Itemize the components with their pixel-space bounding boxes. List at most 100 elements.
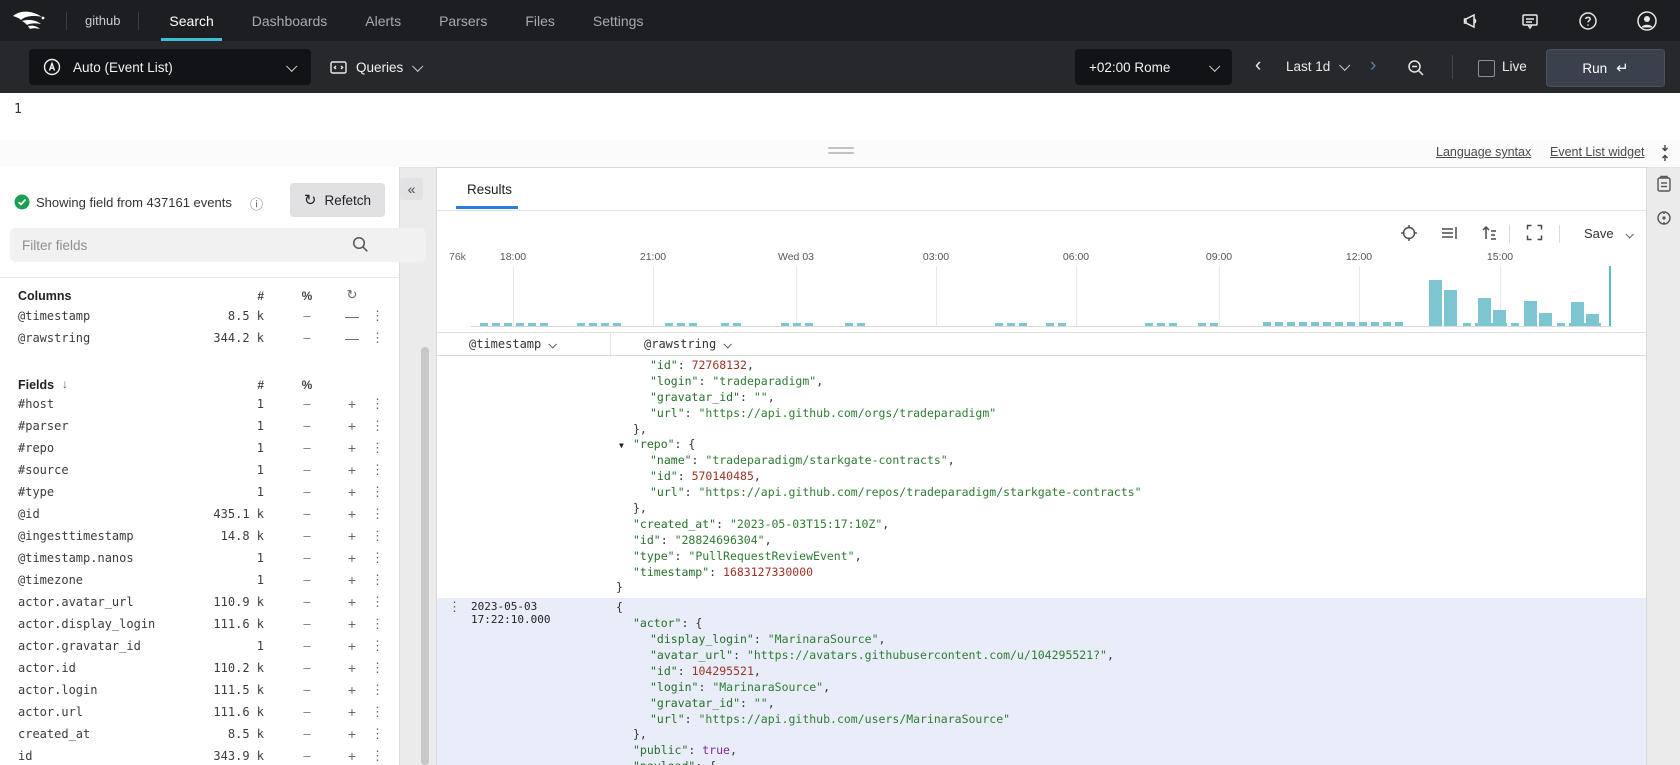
sort-order-icon[interactable] bbox=[1480, 224, 1498, 242]
field-menu-kebab[interactable]: ⋮ bbox=[371, 704, 383, 720]
refetch-button[interactable]: ↻ Refetch bbox=[290, 183, 385, 217]
field-menu-kebab[interactable]: ⋮ bbox=[371, 660, 383, 676]
field-menu-kebab[interactable]: ⋮ bbox=[371, 462, 383, 478]
rawstring-column-header[interactable]: @rawstring bbox=[644, 337, 730, 351]
add-field-button[interactable]: + bbox=[342, 484, 362, 500]
field-menu-kebab[interactable]: ⋮ bbox=[371, 572, 383, 588]
field-name[interactable]: #type bbox=[18, 485, 54, 499]
add-field-button[interactable]: + bbox=[342, 594, 362, 610]
field-menu-kebab[interactable]: ⋮ bbox=[371, 528, 383, 544]
zoom-out-time-icon[interactable] bbox=[1407, 59, 1425, 77]
expand-triangle-icon[interactable]: ▼ bbox=[619, 438, 624, 454]
field-name[interactable]: actor.display_login bbox=[18, 617, 155, 631]
nav-tab-settings[interactable]: Settings bbox=[581, 0, 656, 41]
resize-grip-handle[interactable] bbox=[828, 147, 854, 157]
account-icon[interactable] bbox=[1636, 10, 1658, 32]
remove-column-marker[interactable]: — bbox=[342, 330, 362, 346]
event-histogram[interactable]: 18:0021:00Wed 0303:0006:0009:0012:0015:0… bbox=[471, 266, 1613, 327]
field-menu-kebab[interactable]: ⋮ bbox=[371, 594, 383, 610]
add-field-button[interactable]: + bbox=[342, 726, 362, 742]
run-button[interactable]: Run ↵ bbox=[1546, 49, 1665, 87]
field-menu-kebab[interactable]: ⋮ bbox=[371, 330, 383, 346]
time-range-value[interactable]: Last 1d bbox=[1286, 59, 1330, 74]
add-field-button[interactable]: + bbox=[342, 550, 362, 566]
queries-menu-button[interactable]: Queries bbox=[330, 49, 421, 85]
event-menu-kebab[interactable]: ⋮ bbox=[448, 599, 461, 615]
event-list-widget-link[interactable]: Event List widget bbox=[1550, 145, 1645, 159]
repository-name[interactable]: github bbox=[85, 13, 120, 28]
table-view-icon[interactable] bbox=[1440, 224, 1458, 242]
nav-tab-search[interactable]: Search bbox=[157, 0, 225, 41]
help-icon[interactable] bbox=[1578, 11, 1598, 31]
field-name[interactable]: #source bbox=[18, 463, 69, 477]
field-name[interactable]: id bbox=[18, 749, 32, 763]
field-name[interactable]: actor.id bbox=[18, 661, 76, 675]
time-range-back-button[interactable]: ‹ bbox=[1255, 55, 1261, 77]
add-field-button[interactable]: + bbox=[342, 418, 362, 434]
field-menu-kebab[interactable]: ⋮ bbox=[371, 484, 383, 500]
collapse-sidebar-button[interactable]: « bbox=[400, 178, 423, 200]
add-field-button[interactable]: + bbox=[342, 704, 362, 720]
field-name[interactable]: @ingesttimestamp bbox=[18, 529, 134, 543]
field-name[interactable]: actor.gravatar_id bbox=[18, 639, 141, 653]
info-icon[interactable]: ⓘ bbox=[250, 194, 263, 213]
chevron-down-icon[interactable] bbox=[1339, 60, 1350, 71]
nav-tab-files[interactable]: Files bbox=[513, 0, 567, 41]
field-name[interactable]: actor.login bbox=[18, 683, 97, 697]
field-menu-kebab[interactable]: ⋮ bbox=[371, 682, 383, 698]
add-field-button[interactable]: + bbox=[342, 638, 362, 654]
field-menu-kebab[interactable]: ⋮ bbox=[371, 638, 383, 654]
field-menu-kebab[interactable]: ⋮ bbox=[371, 440, 383, 456]
field-menu-kebab[interactable]: ⋮ bbox=[371, 506, 383, 522]
field-name[interactable]: actor.url bbox=[18, 705, 83, 719]
remove-column-marker[interactable]: — bbox=[342, 308, 362, 324]
field-name[interactable]: @id bbox=[18, 507, 40, 521]
fullscreen-icon[interactable] bbox=[1526, 224, 1543, 241]
sync-columns-icon[interactable]: ↻ bbox=[342, 287, 362, 303]
field-menu-kebab[interactable]: ⋮ bbox=[371, 616, 383, 632]
save-button[interactable]: Save bbox=[1584, 226, 1632, 241]
timezone-dropdown[interactable]: +02:00 Rome bbox=[1075, 49, 1232, 85]
live-checkbox[interactable] bbox=[1478, 60, 1495, 77]
time-range-forward-button[interactable]: › bbox=[1370, 55, 1376, 77]
add-field-button[interactable]: + bbox=[342, 396, 362, 412]
nav-tab-alerts[interactable]: Alerts bbox=[353, 0, 413, 41]
field-name[interactable]: created_at bbox=[18, 727, 90, 741]
add-field-button[interactable]: + bbox=[342, 440, 362, 456]
field-menu-kebab[interactable]: ⋮ bbox=[371, 418, 383, 434]
results-tab[interactable]: Results bbox=[467, 182, 512, 197]
crosshair-tool-icon[interactable] bbox=[1400, 224, 1418, 242]
widget-type-dropdown[interactable]: Auto (Event List) bbox=[29, 49, 311, 85]
sort-direction-icon[interactable]: ↓ bbox=[62, 377, 68, 391]
field-name[interactable]: @timestamp.nanos bbox=[18, 551, 134, 565]
add-field-button[interactable]: + bbox=[342, 616, 362, 632]
field-menu-kebab[interactable]: ⋮ bbox=[371, 396, 383, 412]
add-field-button[interactable]: + bbox=[342, 748, 362, 764]
add-field-button[interactable]: + bbox=[342, 506, 362, 522]
field-menu-kebab[interactable]: ⋮ bbox=[371, 550, 383, 566]
nav-tab-parsers[interactable]: Parsers bbox=[427, 0, 499, 41]
field-name[interactable]: actor.avatar_url bbox=[18, 595, 134, 609]
field-name[interactable]: @timestamp bbox=[18, 309, 90, 323]
add-field-button[interactable]: + bbox=[342, 660, 362, 676]
add-field-button[interactable]: + bbox=[342, 572, 362, 588]
field-menu-kebab[interactable]: ⋮ bbox=[371, 748, 383, 764]
event-row[interactable]: "id": 72768132,"login": "tradeparadigm",… bbox=[437, 356, 1646, 598]
nav-tab-dashboards[interactable]: Dashboards bbox=[240, 0, 340, 41]
language-syntax-link[interactable]: Language syntax bbox=[1436, 145, 1531, 159]
event-row[interactable]: ⋮2023-05-03 17:22:10.000{"actor": {"disp… bbox=[437, 598, 1646, 765]
field-menu-kebab[interactable]: ⋮ bbox=[371, 308, 383, 324]
field-name[interactable]: @rawstring bbox=[18, 331, 90, 345]
timestamp-column-header[interactable]: @timestamp bbox=[469, 337, 555, 351]
crowdstrike-logo[interactable] bbox=[12, 8, 48, 34]
add-field-button[interactable]: + bbox=[342, 462, 362, 478]
feedback-icon[interactable] bbox=[1520, 11, 1540, 31]
field-name[interactable]: #repo bbox=[18, 441, 54, 455]
fields-panel-icon[interactable] bbox=[1656, 175, 1672, 193]
query-editor[interactable]: 1 bbox=[0, 93, 1680, 140]
results-scrollbar-thumb[interactable] bbox=[421, 347, 429, 765]
announcements-icon[interactable] bbox=[1462, 11, 1482, 31]
add-field-button[interactable]: + bbox=[342, 528, 362, 544]
field-name[interactable]: #host bbox=[18, 397, 54, 411]
field-name[interactable]: @timezone bbox=[18, 573, 83, 587]
